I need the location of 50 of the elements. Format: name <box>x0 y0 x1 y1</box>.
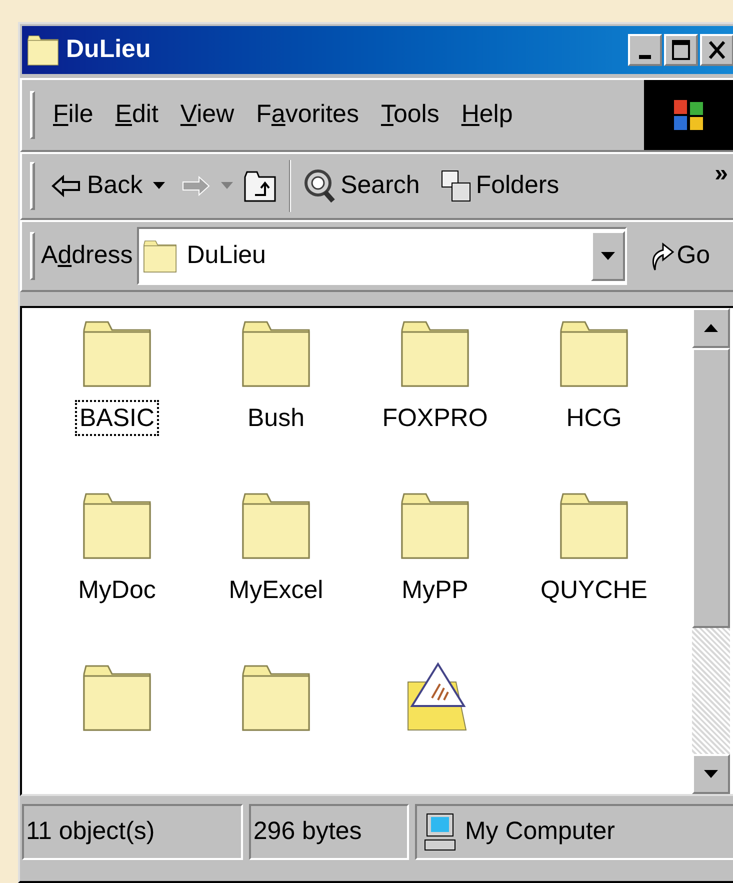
dropdown-button[interactable] <box>590 231 625 281</box>
status-object-count: 11 object(s) <box>22 804 244 860</box>
computer-icon <box>422 812 457 852</box>
up-arrow-icon <box>704 324 718 332</box>
back-button[interactable]: Back <box>51 167 143 205</box>
go-button[interactable]: Go <box>648 237 710 275</box>
caret-icon[interactable] <box>152 182 165 190</box>
address-value: DuLieu <box>186 240 266 272</box>
folder-label[interactable]: MyPP <box>398 572 472 608</box>
menu-item[interactable]: Tools <box>380 96 440 134</box>
address-label: Address <box>41 240 133 272</box>
folder-label[interactable]: BASIC <box>75 400 159 436</box>
scroll-thumb[interactable] <box>692 348 730 628</box>
close-icon <box>708 40 726 60</box>
close-button[interactable] <box>700 34 733 66</box>
windows-flag-icon <box>672 97 706 133</box>
folders-button[interactable]: Folders <box>440 167 560 205</box>
folder-icon <box>26 34 60 66</box>
forward-arrow-icon[interactable] <box>180 174 211 198</box>
folder-label[interactable]: MyDoc <box>74 572 160 608</box>
status-location: My Computer <box>464 816 615 848</box>
caret-icon <box>600 252 615 260</box>
menu-item[interactable]: Edit <box>115 96 158 134</box>
scroll-down-button[interactable] <box>692 754 730 794</box>
up-folder-icon[interactable] <box>242 169 277 203</box>
vertical-scrollbar[interactable] <box>692 308 730 794</box>
minimize-icon <box>639 55 651 59</box>
down-arrow-icon <box>704 770 718 778</box>
folder-icon <box>142 239 177 273</box>
menu-item[interactable]: Favorites <box>256 96 359 134</box>
folder-label[interactable]: Bush <box>244 400 308 436</box>
folder-label[interactable]: QUYCHE <box>536 572 652 608</box>
address-field[interactable]: DuLieu <box>136 227 627 285</box>
maximize-button[interactable] <box>664 34 698 66</box>
maximize-icon <box>671 39 691 61</box>
folder-label[interactable]: HCG <box>562 400 626 436</box>
more-chevron[interactable]: » <box>714 156 728 192</box>
minimize-button[interactable] <box>628 34 662 66</box>
status-size: 296 bytes <box>249 804 409 860</box>
scroll-up-button[interactable] <box>692 308 730 348</box>
search-icon <box>302 168 337 204</box>
menu-item[interactable]: File <box>53 96 94 134</box>
back-arrow-icon <box>51 174 81 198</box>
window-title: DuLieu <box>66 34 151 66</box>
menu-item[interactable]: Help <box>461 96 513 134</box>
folder-label[interactable]: FOXPRO <box>378 400 492 436</box>
folder-label[interactable]: MyExcel <box>224 572 328 608</box>
menu-item[interactable]: View <box>180 96 234 134</box>
folders-icon <box>440 169 472 203</box>
search-button[interactable]: Search <box>302 167 420 205</box>
